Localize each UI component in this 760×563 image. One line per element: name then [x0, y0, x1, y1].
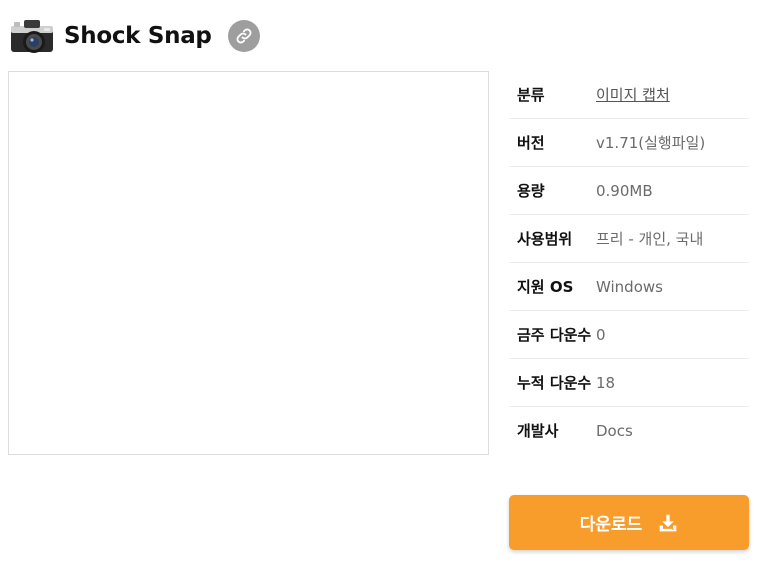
info-row-license: 사용범위 프리 - 개인, 국내 [509, 215, 749, 263]
info-label: 용량 [517, 182, 545, 200]
info-row-developer: 개발사 Docs [509, 407, 749, 454]
info-label: 지원 OS [517, 278, 574, 296]
app-title: Shock Snap [64, 23, 212, 49]
info-label: 금주 다운수 [517, 326, 592, 344]
info-row-os: 지원 OS Windows [509, 263, 749, 311]
app-header: Shock Snap [8, 12, 260, 60]
link-icon [236, 28, 252, 44]
info-value: 0 [596, 326, 606, 344]
info-value: 18 [596, 374, 616, 392]
category-link[interactable]: 이미지 캡처 [596, 83, 749, 107]
share-link-button[interactable] [227, 20, 260, 52]
info-row-total-downloads: 누적 다운수 18 [509, 359, 749, 407]
info-value: Windows [596, 278, 663, 296]
download-icon [659, 514, 677, 531]
info-value: 0.90MB [596, 182, 653, 200]
info-row-version: 버전 v1.71(실행파일) [509, 119, 749, 167]
info-label: 누적 다운수 [517, 374, 592, 392]
info-value: 프리 - 개인, 국내 [596, 230, 704, 248]
info-label: 버전 [517, 134, 545, 152]
download-button[interactable]: 다운로드 [509, 495, 749, 550]
camera-icon [11, 20, 53, 53]
page: Shock Snap 분류 이미지 캡처 버전 v1.71(실행파일) 용량 0… [0, 0, 760, 563]
info-value: v1.71(실행파일) [596, 134, 706, 152]
info-label: 분류 [517, 86, 545, 104]
info-label: 사용범위 [517, 230, 573, 248]
download-label: 다운로드 [579, 515, 643, 535]
info-label: 개발사 [517, 422, 559, 440]
screenshot-preview [8, 71, 489, 455]
info-value: Docs [596, 422, 633, 440]
info-table: 분류 이미지 캡처 버전 v1.71(실행파일) 용량 0.90MB 사용범위 … [509, 71, 749, 454]
info-row-size: 용량 0.90MB [509, 167, 749, 215]
info-row-weekly-downloads: 금주 다운수 0 [509, 311, 749, 359]
info-row-category: 분류 이미지 캡처 [509, 71, 749, 119]
